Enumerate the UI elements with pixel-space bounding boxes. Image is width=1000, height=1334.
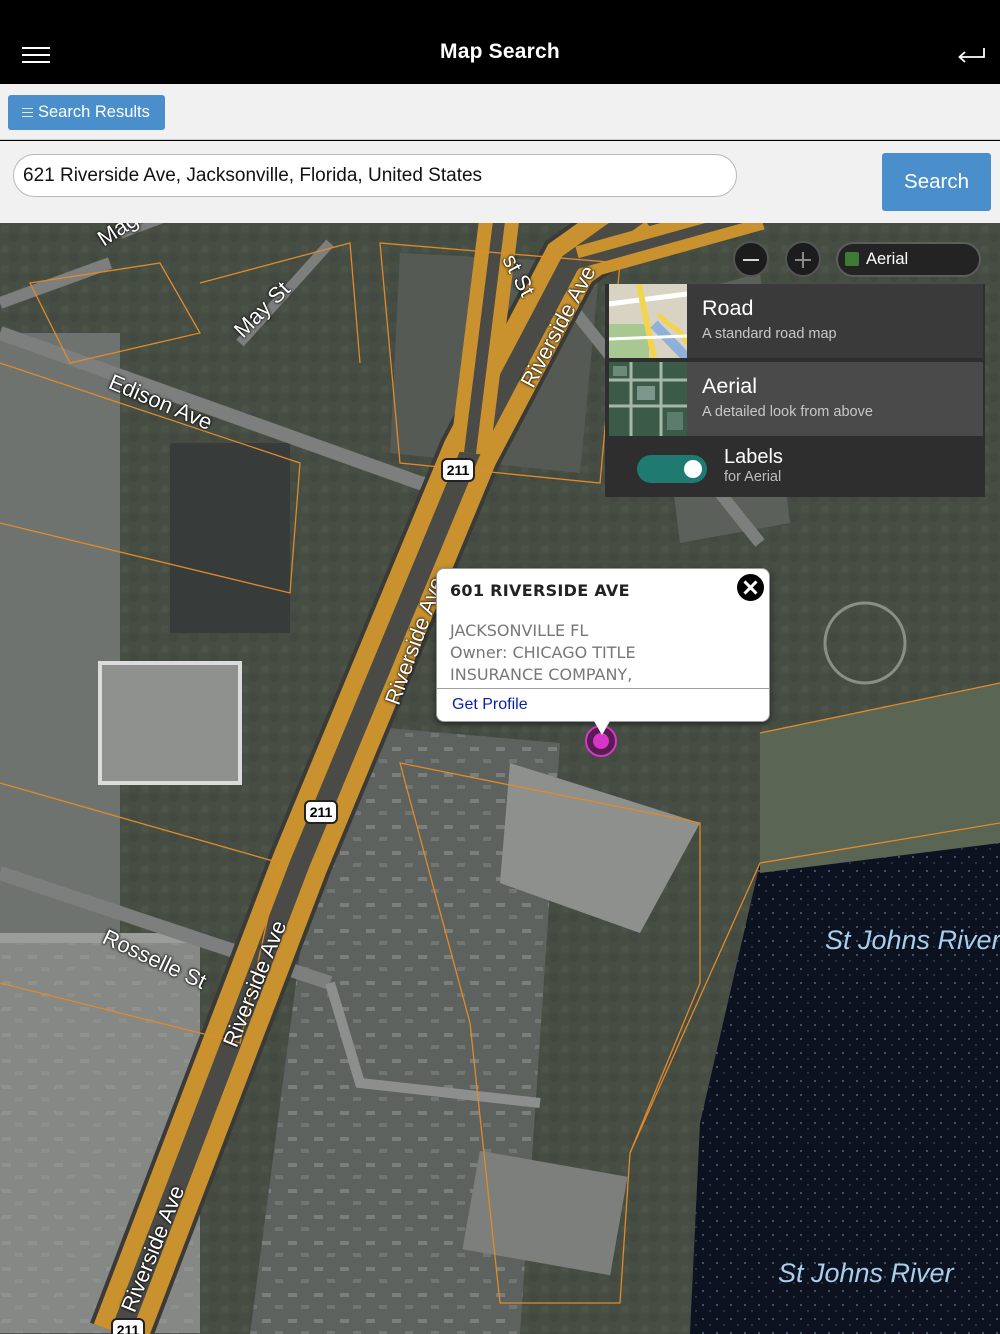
page-title: Map Search <box>440 40 560 63</box>
search-button[interactable]: Search <box>882 153 991 211</box>
search-results-button[interactable]: Search Results <box>8 95 165 130</box>
map-style-current: Aerial <box>866 250 909 268</box>
address-search-input[interactable] <box>13 154 737 197</box>
get-profile-link[interactable]: Get Profile <box>452 696 528 714</box>
search-bar: Search <box>0 141 1000 223</box>
popup-owner: Owner: CHICAGO TITLE <box>450 643 636 662</box>
return-arrow-icon[interactable] <box>956 44 986 66</box>
road-map-thumbnail <box>609 284 687 358</box>
minus-icon <box>743 258 759 261</box>
route-shield: 211 <box>111 1318 145 1334</box>
list-icon <box>22 107 33 118</box>
labels-toggle-row: Labels for Aerial <box>605 438 985 497</box>
close-icon[interactable] <box>737 574 764 601</box>
road-option-name: Road <box>702 296 754 320</box>
map-style-selector[interactable]: Aerial <box>836 242 981 277</box>
labels-subtitle: for Aerial <box>724 469 782 485</box>
road-option-description: A standard road map <box>702 326 837 342</box>
popup-owner-cont: INSURANCE COMPANY, <box>450 665 633 684</box>
nav-bar: Map Search <box>0 0 1000 84</box>
map-style-option-road[interactable]: Road A standard road map <box>609 284 983 358</box>
popup-title: 601 RIVERSIDE AVE <box>450 581 630 600</box>
zoom-out-button[interactable] <box>733 241 769 277</box>
aerial-thumbnail-icon <box>845 252 859 266</box>
zoom-in-button[interactable] <box>785 241 821 277</box>
aerial-map-thumbnail <box>609 362 687 436</box>
river-label: St Johns River <box>778 1258 954 1288</box>
parcel-info-popup: 601 RIVERSIDE AVE JACKSONVILLE FL Owner:… <box>436 568 770 735</box>
map-style-option-aerial[interactable]: Aerial A detailed look from above <box>609 362 983 436</box>
map-style-panel: Road A standard road map Aerial A detail… <box>605 284 985 497</box>
route-shield: 211 <box>441 458 475 482</box>
route-shield: 211 <box>304 800 338 824</box>
popup-city: JACKSONVILLE FL <box>450 621 589 640</box>
labels-title: Labels <box>724 446 783 468</box>
labels-toggle[interactable] <box>637 455 707 483</box>
popup-divider <box>437 688 769 689</box>
aerial-option-name: Aerial <box>702 374 757 398</box>
river-label: St Johns River <box>825 925 1000 955</box>
search-results-label: Search Results <box>38 103 150 121</box>
aerial-option-description: A detailed look from above <box>702 404 873 420</box>
toolbar: Search Results <box>0 84 1000 140</box>
popup-pointer <box>594 721 610 735</box>
